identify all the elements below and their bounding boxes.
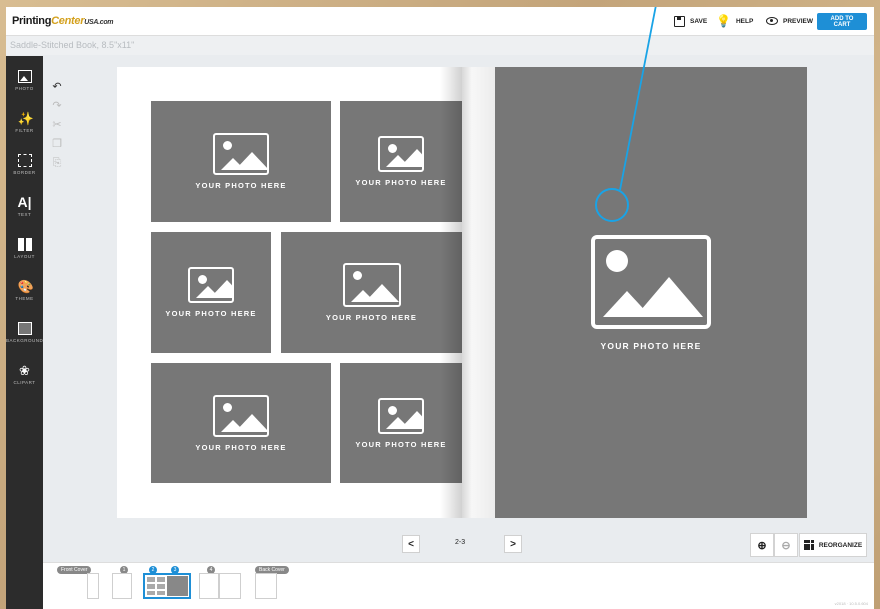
sidebar-label: FILTER: [15, 128, 34, 133]
full-page-preview: [167, 576, 188, 596]
thumbnail-page-4[interactable]: [199, 573, 219, 599]
sidebar-item-theme[interactable]: 🎨 THEME: [6, 274, 43, 312]
logo-text-center: Center: [51, 15, 85, 27]
save-label: SAVE: [690, 17, 708, 25]
clipart-icon: ❀: [19, 363, 30, 378]
save-button[interactable]: SAVE: [674, 12, 707, 30]
help-label: HELP: [735, 17, 754, 25]
layout-icon: [17, 238, 32, 251]
copy-icon[interactable]: ❐: [50, 137, 64, 151]
cut-icon[interactable]: ✂: [50, 118, 64, 132]
right-page[interactable]: YOUR PHOTO HERE: [495, 67, 807, 518]
placeholder-label: YOUR PHOTO HERE: [355, 439, 447, 449]
sidebar-item-layout[interactable]: LAYOUT: [6, 232, 43, 270]
book-spine: [462, 67, 495, 518]
sidebar-label: BACKGROUND: [6, 338, 44, 343]
remove-page-icon: ⊖: [781, 539, 791, 552]
sidebar-item-clipart[interactable]: ❀ CLIPART: [6, 358, 43, 396]
undo-icon[interactable]: ↶: [50, 80, 64, 94]
text-icon: A|: [17, 194, 32, 210]
logo-text-printing: Printing: [12, 15, 52, 27]
product-title: Saddle-Stitched Book, 8.5"x11": [10, 40, 135, 50]
placeholder-label: YOUR PHOTO HERE: [195, 181, 287, 190]
photo-placeholder[interactable]: YOUR PHOTO HERE: [151, 363, 331, 483]
image-placeholder-icon: [188, 267, 234, 303]
sidebar-item-border[interactable]: BORDER: [6, 148, 43, 186]
version-label: v2018 · 10.5.0.604: [834, 601, 868, 606]
left-page[interactable]: YOUR PHOTO HERE YOUR PHOTO HERE YOUR PHO…: [117, 67, 462, 518]
edit-tools: ↶ ↷ ✂ ❐ ⎘: [50, 80, 66, 175]
image-placeholder-icon: [342, 263, 401, 307]
photo-placeholder[interactable]: YOUR PHOTO HERE: [281, 232, 462, 353]
palette-icon: 🎨: [17, 279, 34, 294]
image-placeholder-icon: [378, 397, 424, 434]
brand-logo[interactable]: PrintingCenterUSA.com: [12, 15, 114, 27]
page-indicator: 2-3: [455, 539, 466, 546]
border-icon: [17, 154, 32, 167]
layout-preview: [147, 577, 165, 595]
photo-placeholder[interactable]: YOUR PHOTO HERE: [151, 101, 331, 222]
sidebar-label: BORDER: [13, 170, 36, 175]
eye-icon: [766, 17, 778, 25]
photo-placeholder[interactable]: YOUR PHOTO HERE: [151, 232, 271, 353]
preview-label: PREVIEW: [783, 17, 813, 25]
help-button[interactable]: 💡 HELP: [716, 12, 753, 30]
lightbulb-icon: 💡: [716, 14, 731, 28]
add-to-cart-button[interactable]: ADD TO CART: [817, 13, 867, 30]
page-thumbnail-strip: Front Cover 1 2 3 4 Back Cover v2018 · 1…: [43, 562, 874, 609]
photo-icon: [17, 70, 32, 83]
placeholder-label: YOUR PHOTO HERE: [600, 340, 702, 351]
thumbnail-front-cover[interactable]: [87, 573, 99, 599]
prev-page-button[interactable]: <: [402, 535, 420, 553]
placeholder-label: YOUR PHOTO HERE: [355, 178, 447, 187]
reorganize-label: REORGANIZE: [818, 541, 863, 549]
photo-placeholder[interactable]: YOUR PHOTO HERE: [340, 363, 462, 483]
thumbnail-page-2-3[interactable]: [143, 573, 191, 599]
next-page-button[interactable]: >: [504, 535, 522, 553]
sidebar-label: CLIPART: [13, 380, 36, 385]
top-bar: PrintingCenterUSA.com SAVE 💡 HELP PREVIE…: [6, 7, 874, 36]
sidebar-item-background[interactable]: BACKGROUND: [6, 316, 43, 354]
sidebar-item-filter[interactable]: ✨ FILTER: [6, 106, 43, 144]
logo-text-usa: USA.com: [84, 19, 114, 26]
placeholder-label: YOUR PHOTO HERE: [195, 442, 287, 452]
image-placeholder-icon: [591, 234, 711, 329]
add-page-icon: ⊕: [757, 539, 767, 552]
paste-icon[interactable]: ⎘: [50, 156, 64, 170]
sidebar-label: TEXT: [17, 212, 32, 217]
save-icon: [674, 15, 685, 27]
product-title-bar: Saddle-Stitched Book, 8.5"x11": [6, 36, 874, 55]
photo-placeholder[interactable]: YOUR PHOTO HERE: [340, 101, 462, 222]
redo-icon[interactable]: ↷: [50, 99, 64, 113]
photo-placeholder-large[interactable]: YOUR PHOTO HERE: [495, 67, 807, 518]
tool-sidebar: PHOTO ✨ FILTER BORDER A| TEXT LAYOUT 🎨 T…: [6, 56, 43, 609]
thumbnail-page-1[interactable]: [112, 573, 132, 599]
grid-icon: [803, 540, 814, 550]
placeholder-label: YOUR PHOTO HERE: [165, 309, 257, 318]
placeholder-label: YOUR PHOTO HERE: [325, 313, 418, 322]
remove-page-button[interactable]: ⊖: [774, 533, 798, 557]
thumbnail-back-cover[interactable]: [255, 573, 277, 599]
thumbnail-page-5[interactable]: [219, 573, 241, 599]
image-placeholder-icon: [378, 136, 424, 172]
editor-window: PrintingCenterUSA.com SAVE 💡 HELP PREVIE…: [6, 7, 874, 609]
background-icon: [17, 322, 32, 335]
image-placeholder-icon: [213, 394, 269, 437]
sidebar-label: THEME: [15, 296, 34, 301]
sidebar-item-photo[interactable]: PHOTO: [6, 64, 43, 102]
sidebar-item-text[interactable]: A| TEXT: [6, 190, 43, 228]
image-placeholder-icon: [213, 133, 269, 175]
sidebar-label: LAYOUT: [14, 254, 35, 259]
sidebar-label: PHOTO: [15, 86, 34, 91]
preview-button[interactable]: PREVIEW: [766, 12, 813, 30]
reorganize-button[interactable]: REORGANIZE: [799, 533, 867, 557]
add-page-button[interactable]: ⊕: [750, 533, 774, 557]
magic-wand-icon: ✨: [17, 111, 34, 126]
